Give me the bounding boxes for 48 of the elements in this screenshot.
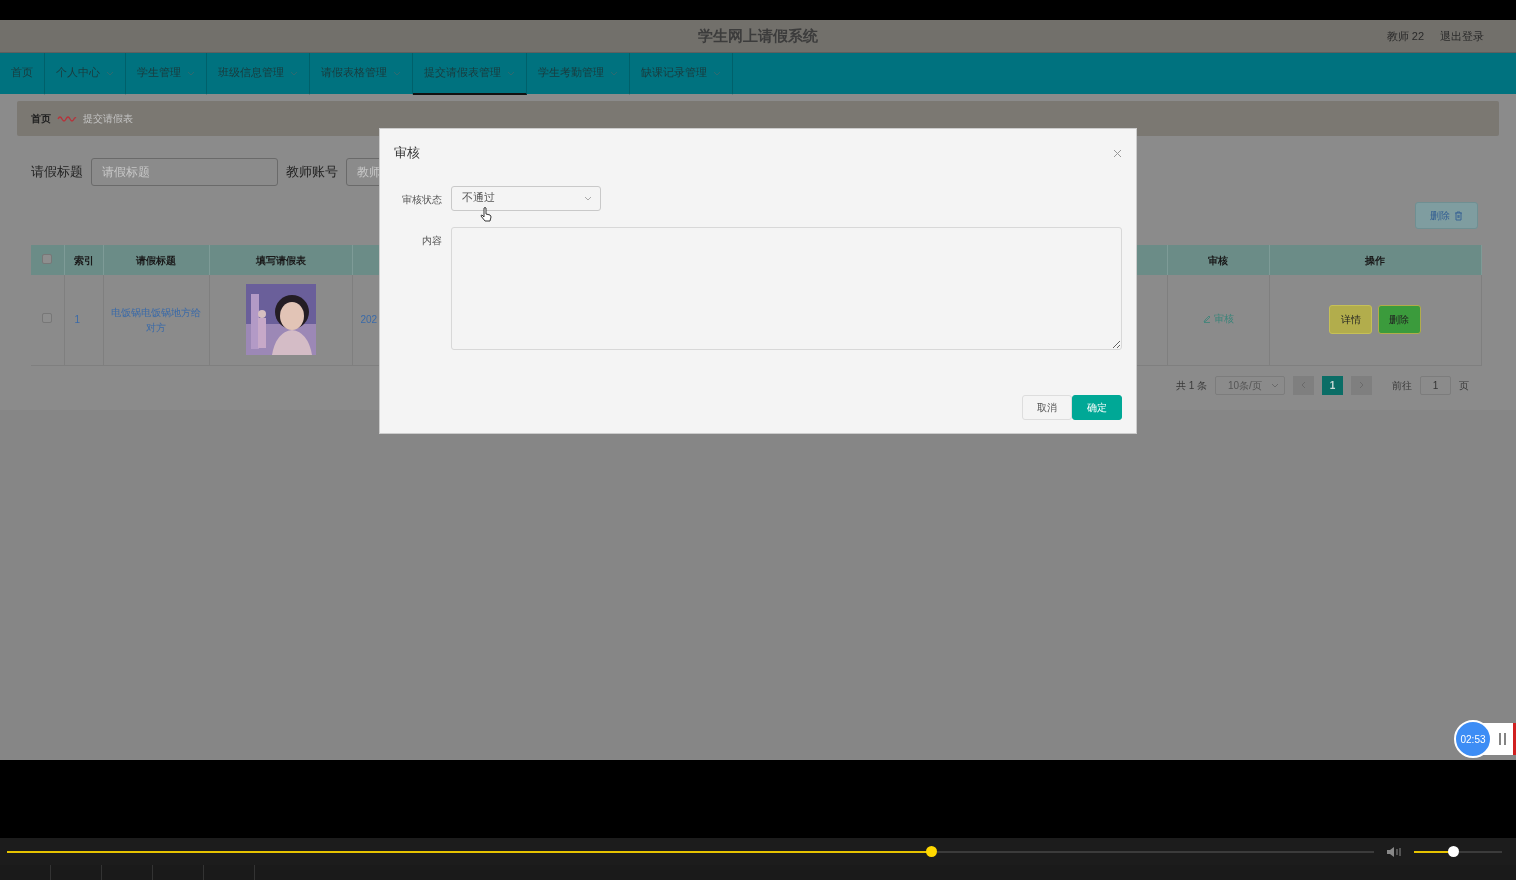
caret-icon [507, 70, 515, 76]
volume-icon [1386, 845, 1402, 858]
column-header: 填写请假表 [255, 254, 306, 266]
caret-icon [290, 70, 298, 76]
pause-icon [1498, 733, 1507, 745]
detail-button[interactable]: 详情 [1329, 305, 1373, 335]
column-header: 请假标题 [136, 254, 176, 266]
page-button[interactable]: 1 [1322, 375, 1343, 395]
caret-icon [187, 70, 195, 76]
breadcrumb-current: 提交请假表 [83, 112, 133, 126]
goto-label: 前往 [1392, 378, 1412, 393]
column-header: 审核 [1208, 254, 1228, 266]
recording-timer: 02:53 [1454, 720, 1492, 758]
dialog-title: 审核 [394, 144, 420, 162]
column-header: 索引 [73, 254, 94, 266]
total-count: 共 1 条 [1175, 378, 1207, 393]
squiggle-icon [57, 114, 77, 123]
breadcrumb-link[interactable]: 首页 [31, 111, 51, 126]
trash-icon [1454, 210, 1463, 221]
search-label: 教师账号 [286, 163, 338, 181]
cursor-icon [480, 206, 492, 222]
close-icon [1113, 149, 1122, 159]
cancel-button[interactable]: 取消 [1022, 394, 1072, 420]
page-suffix: 页 [1459, 378, 1469, 393]
index-cell: 1 [74, 314, 81, 326]
title-link[interactable]: 电饭锅电饭锅地方给对方 [109, 304, 203, 335]
caret-icon [1271, 382, 1279, 388]
volume-thumb[interactable] [1447, 845, 1459, 857]
page-input[interactable]: 1 [1420, 375, 1451, 395]
caret-icon [106, 70, 114, 76]
caret-icon [393, 70, 401, 76]
field-label: 审核状态 [401, 192, 442, 207]
user-name: 教师 22 [1386, 28, 1424, 44]
confirm-button[interactable]: 确定 [1072, 394, 1122, 420]
search-label: 请假标题 [31, 163, 83, 181]
column-header: 操作 [1365, 254, 1385, 266]
field-label: 内容 [420, 233, 442, 248]
delete-button[interactable]: 删除 [1415, 202, 1478, 229]
date-cell: 202 [360, 314, 378, 326]
caret-icon [610, 70, 618, 76]
edit-icon [1202, 315, 1211, 324]
seek-thumb[interactable] [926, 845, 938, 857]
caret-icon [713, 70, 721, 76]
delete-button[interactable]: 删除 [1377, 305, 1421, 335]
caret-icon [584, 195, 592, 201]
select-all-checkbox[interactable] [42, 253, 53, 264]
review-link[interactable]: 审核 [1202, 312, 1234, 327]
logout-link[interactable]: 退出登录 [1440, 27, 1484, 45]
